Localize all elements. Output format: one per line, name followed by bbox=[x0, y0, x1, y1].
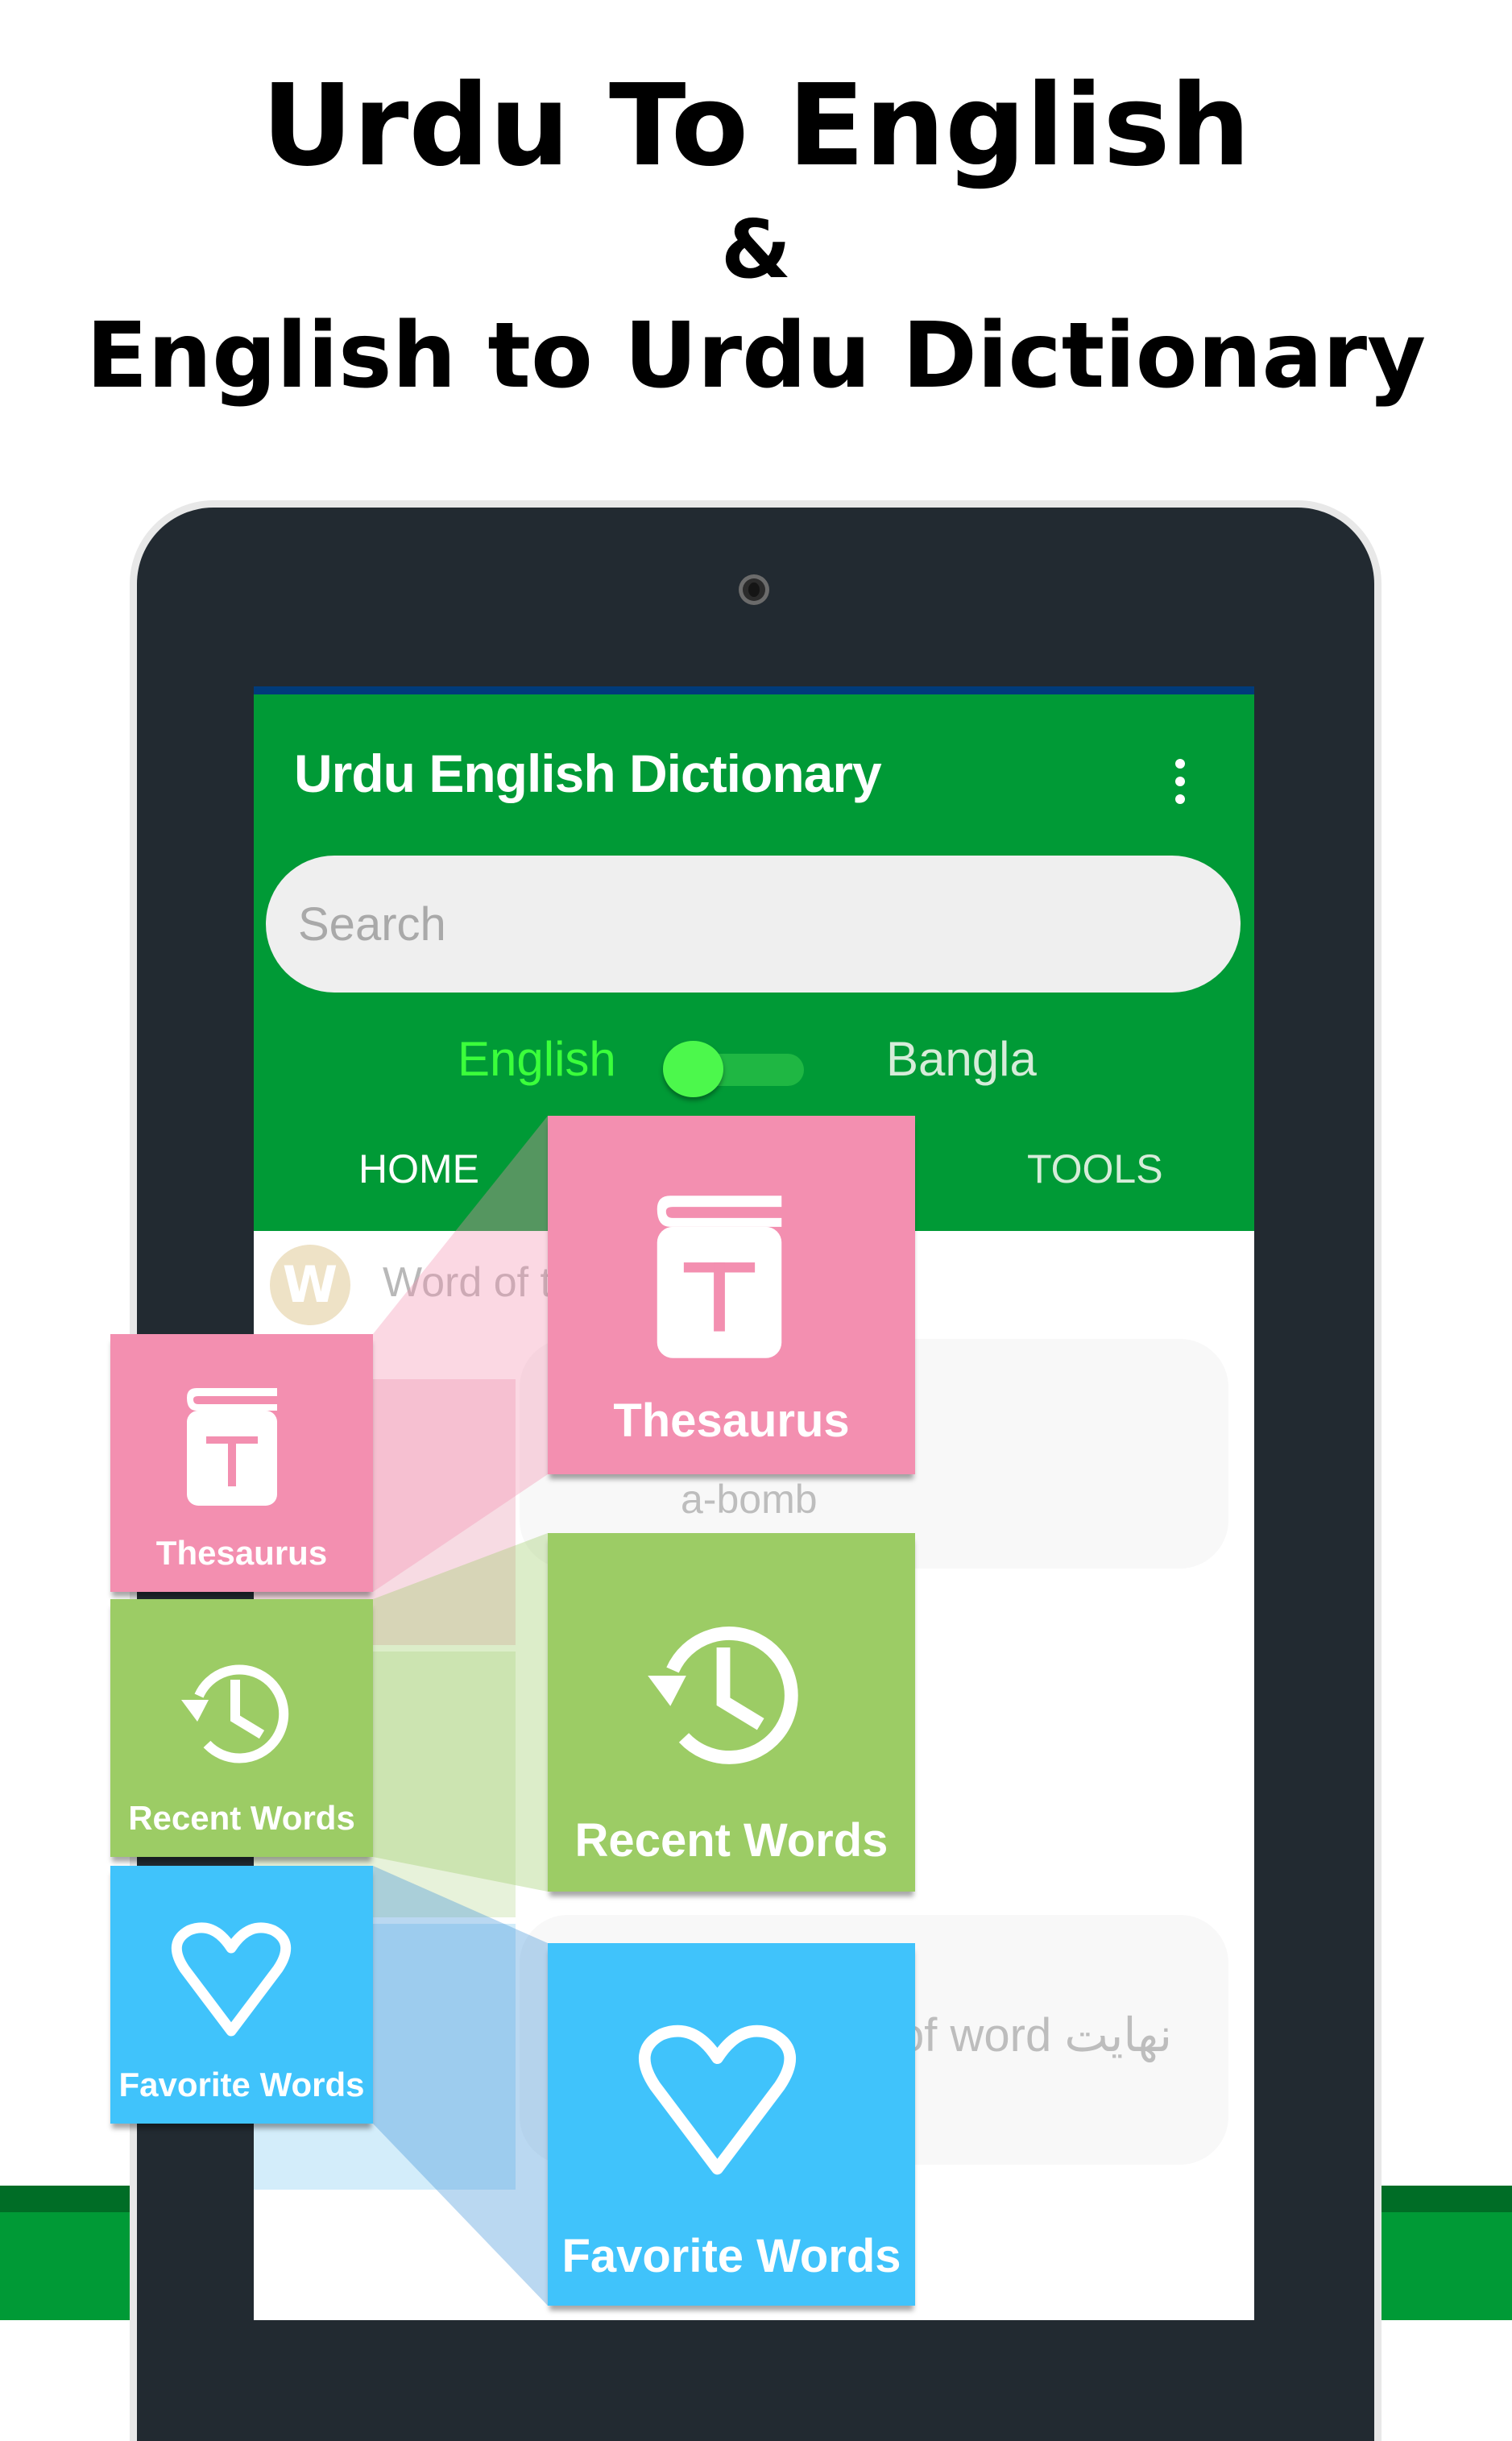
headline-ampersand: & bbox=[720, 202, 792, 296]
word-card-word: a-bomb bbox=[681, 1477, 818, 1522]
history-clock-icon bbox=[648, 1627, 798, 1764]
recent-words-label: Recent Words bbox=[128, 1799, 355, 1837]
favorite-words-tile[interactable]: Favorite Words bbox=[548, 1943, 915, 2306]
thesaurus-tile[interactable]: Thesaurus bbox=[548, 1116, 915, 1474]
heart-outline-icon bbox=[172, 1922, 291, 2037]
language-english-label[interactable]: English bbox=[458, 1031, 616, 1087]
status-bar bbox=[254, 686, 1254, 694]
app-title: Urdu English Dictionary bbox=[294, 744, 882, 803]
favorite-words-label: Favorite Words bbox=[118, 2066, 365, 2103]
language-toggle-switch[interactable] bbox=[663, 1041, 808, 1097]
thesaurus-label: Thesaurus bbox=[613, 1395, 850, 1447]
decorative-green-bar-right bbox=[1381, 2186, 1512, 2320]
language-bangla-label[interactable]: Bangla bbox=[886, 1031, 1037, 1087]
favorite-words-label: Favorite Words bbox=[561, 2230, 901, 2282]
recent-words-tile-small[interactable]: Recent Words bbox=[110, 1599, 373, 1857]
decorative-green-bar-left bbox=[0, 2186, 139, 2320]
tab-tools[interactable]: TOOLS bbox=[1027, 1146, 1163, 1192]
search-input[interactable] bbox=[266, 856, 1241, 993]
language-toggle-row: English Bangla bbox=[254, 1031, 1254, 1104]
recent-words-label: Recent Words bbox=[574, 1814, 889, 1867]
tab-home[interactable]: HOME bbox=[358, 1146, 479, 1192]
headline-subtitle: English to Urdu Dictionary bbox=[85, 304, 1427, 408]
thesaurus-label: Thesaurus bbox=[155, 1534, 328, 1572]
toggle-thumb bbox=[663, 1041, 723, 1097]
word-card-text: of word نهايت bbox=[898, 2009, 1172, 2062]
favorite-words-tile-small[interactable]: Favorite Words bbox=[110, 1866, 373, 2124]
camera-icon bbox=[739, 574, 769, 605]
more-vert-icon[interactable] bbox=[1172, 759, 1188, 807]
headline-title: Urdu To English bbox=[261, 60, 1251, 192]
thesaurus-tile-small[interactable]: Thesaurus bbox=[110, 1334, 373, 1592]
history-clock-icon bbox=[181, 1664, 289, 1763]
recent-words-tile[interactable]: Recent Words bbox=[548, 1533, 915, 1892]
book-t-icon bbox=[187, 1388, 277, 1506]
book-t-icon bbox=[657, 1196, 782, 1358]
word-of-day-avatar: W bbox=[270, 1245, 350, 1325]
word-of-day-label: Word of t bbox=[383, 1259, 553, 1306]
heart-outline-icon bbox=[639, 2024, 796, 2175]
